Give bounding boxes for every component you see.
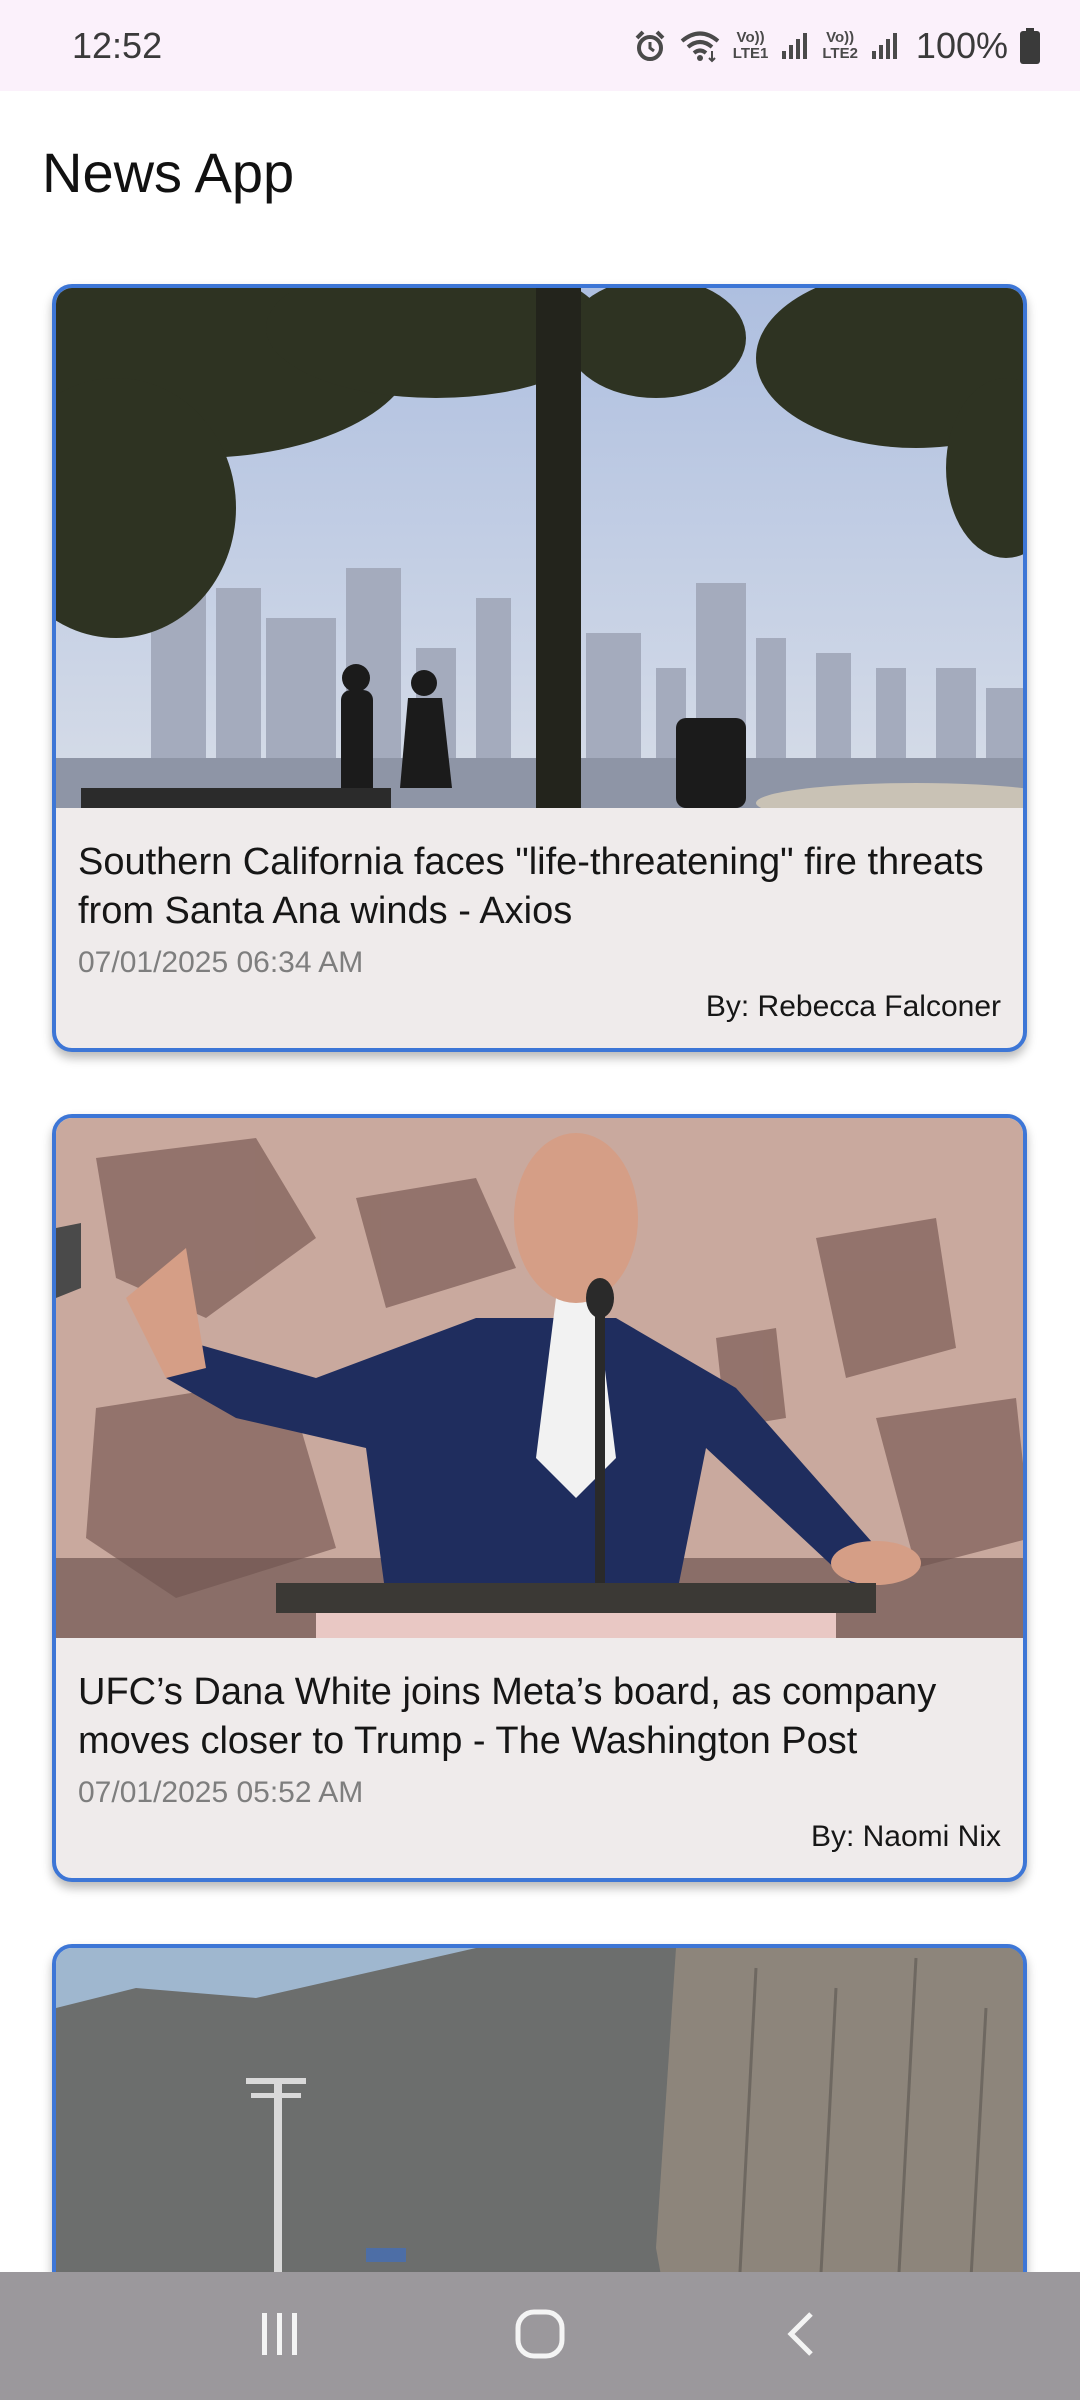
sim1-label: Vo)) LTE1 [732, 28, 769, 62]
article-image [56, 1118, 1023, 1638]
alarm-icon [633, 29, 667, 63]
article-image [56, 288, 1023, 808]
article-title: UFC’s Dana White joins Meta’s board, as … [78, 1671, 937, 1762]
article-author: By: Rebecca Falconer [705, 990, 1001, 1023]
status-icons: Vo)) LTE1 Vo)) LTE2 100% [633, 25, 1040, 67]
sim1-lte-label: LTE1 [732, 44, 769, 62]
back-button[interactable] [760, 2296, 840, 2376]
article-body: UFC’s Dana White joins Meta’s board, as … [56, 1638, 1023, 1878]
recents-button[interactable] [240, 2296, 320, 2376]
status-time: 12:52 [72, 24, 163, 66]
status-bar: 12:52 Vo)) LTE1 Vo)) LTE2 100% [0, 0, 1080, 91]
home-icon [514, 2308, 566, 2365]
wifi-icon [679, 29, 721, 63]
signal-icon [870, 31, 900, 61]
article-author: By: Naomi Nix [810, 1820, 1001, 1853]
article-body: Southern California faces "life-threaten… [56, 808, 1023, 1048]
page-title: News App [42, 141, 295, 204]
system-nav-bar [0, 2272, 1080, 2400]
sim1-volte-label: Vo)) [736, 28, 765, 46]
article-card[interactable]: UFC’s Dana White joins Meta’s board, as … [52, 1114, 1027, 1882]
signal-icon [780, 31, 810, 61]
sim2-label: Vo)) LTE2 [822, 28, 858, 62]
sim2-volte-label: Vo)) [826, 28, 855, 46]
article-date: 07/01/2025 05:52 AM [78, 1776, 364, 1809]
article-date: 07/01/2025 06:34 AM [78, 946, 364, 979]
battery-percent: 100% [915, 24, 1008, 66]
sim2-lte-label: LTE2 [822, 44, 858, 62]
back-icon [783, 2310, 817, 2363]
battery-icon [1020, 27, 1040, 64]
recents-icon [256, 2311, 304, 2362]
article-card[interactable]: Southern California faces "life-threaten… [52, 284, 1027, 1052]
home-button[interactable] [500, 2296, 580, 2376]
article-title: Southern California faces "life-threaten… [78, 841, 984, 932]
